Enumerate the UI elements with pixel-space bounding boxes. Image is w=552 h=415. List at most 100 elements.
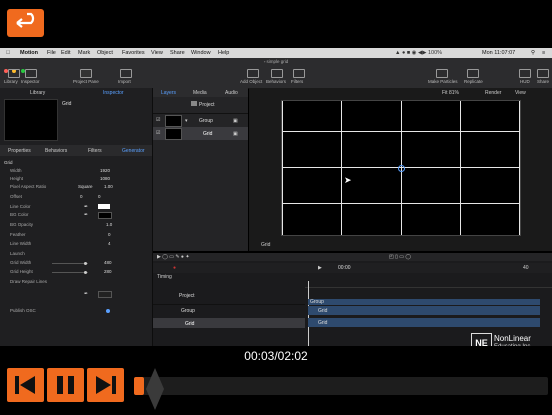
hud-icon[interactable] [519,69,531,78]
anchor-point[interactable] [398,165,405,172]
replicate-icon[interactable] [467,69,479,78]
eyedropper-icon[interactable]: ✒ [84,204,88,210]
progress-track[interactable] [134,377,548,395]
record-button[interactable]: ● [173,265,176,271]
canvas[interactable]: ➤ [281,100,521,236]
toolbar-library[interactable]: Library [4,79,18,84]
menu-motion[interactable]: Motion [20,50,38,56]
tab-audio[interactable]: Audio [225,90,238,96]
layer-row-project[interactable]: Project [153,100,248,109]
pause-button[interactable] [47,368,84,402]
playback-icons[interactable]: ◰ ▯ ▭ ◯ [389,254,411,260]
bg-opacity-value[interactable]: 1.0 [106,222,112,227]
grid-width-slider[interactable] [52,263,88,264]
width-value[interactable]: 1920 [100,168,110,173]
lock-icon[interactable]: ▣ [233,118,238,124]
line-color-swatch[interactable] [98,204,110,209]
skip-back-button[interactable] [7,368,44,402]
menu-edit[interactable]: Edit [61,50,70,56]
tab-library[interactable]: Library [30,90,45,96]
grid-height-value[interactable]: 280 [104,269,112,274]
feather-value[interactable]: 0 [108,232,111,237]
search-icon[interactable]: ⚲ [531,50,535,56]
preview-thumbnail [4,99,58,141]
behaviors-icon[interactable] [271,69,283,78]
skip-forward-button[interactable] [87,368,124,402]
apple-icon[interactable]:  [6,50,10,56]
tools-icons[interactable]: ▶ ◯ ▭ ✎ ● ✦ [157,254,190,260]
publish-checkbox[interactable] [106,309,110,313]
slider-knob[interactable] [84,262,87,265]
menu-mark[interactable]: Mark [78,50,90,56]
menu-favorites[interactable]: Favorites [122,50,145,56]
offset-value[interactable]: 0 [80,194,83,199]
menu-share[interactable]: Share [170,50,185,56]
make-particles-icon[interactable] [436,69,448,78]
tab-layers[interactable]: Layers [161,90,176,96]
render-menu[interactable]: Render [485,90,501,96]
fit-zoom[interactable]: Fit 81% [442,90,459,96]
toolbar-import[interactable]: Import [118,79,131,84]
share-icon[interactable] [537,69,549,78]
param-label: Launch [10,251,25,256]
timeline-bar-grid[interactable]: Grid [308,306,540,315]
lock-icon[interactable]: ▣ [233,131,238,137]
toolbar-make-particles[interactable]: Make Particles [428,79,458,84]
menu-view[interactable]: View [151,50,163,56]
add-object-icon[interactable] [247,69,259,78]
height-value[interactable]: 1080 [100,176,110,181]
progress-thumb[interactable] [146,368,165,410]
checkbox-icon[interactable]: ☑ [156,117,160,123]
toolbar-filters[interactable]: Filters [291,79,303,84]
tab-inspector[interactable]: Inspector [103,90,124,96]
import-icon[interactable] [120,69,132,78]
pause-icon [57,376,74,394]
timeline-bar-group[interactable]: Group [308,299,540,305]
disclosure-triangle-icon[interactable]: ▾ [185,118,188,124]
toolbar-inspector[interactable]: Inspector [21,79,40,84]
bg-color-swatch[interactable] [98,212,112,219]
grid-width-value[interactable]: 480 [104,260,112,265]
pixel-aspect-value[interactable]: Square [78,184,93,189]
filters-icon[interactable] [293,69,305,78]
menu-object[interactable]: Object [97,50,113,56]
tab-generator[interactable]: Generator [122,148,145,154]
toolbar-share[interactable]: Share [537,79,549,84]
back-button[interactable] [7,9,44,37]
frame-count: 40 [523,265,529,271]
toolbar-hud[interactable]: HUD [520,79,530,84]
view-menu[interactable]: View [515,90,526,96]
timeline-bar-grid-2[interactable]: Grid [308,318,540,327]
tl-row-group[interactable]: Group [153,304,305,315]
tl-row-project[interactable]: Project [153,291,305,300]
slider-knob[interactable] [84,271,87,274]
menu-window[interactable]: Window [191,50,211,56]
layer-row-grid[interactable]: ☑ Grid ▣ [153,127,248,140]
eyedropper-icon[interactable]: ✒ [84,212,88,218]
inspector-icon[interactable] [25,69,37,78]
toolbar-add-object[interactable]: Add Object [240,79,262,84]
param-row: Launch [0,251,152,259]
toolbar-replicate[interactable]: Replicate [464,79,483,84]
timeline-ruler [305,281,552,288]
tab-media[interactable]: Media [193,90,207,96]
tab-filters[interactable]: Filters [88,148,102,154]
tab-behaviors[interactable]: Behaviors [45,148,67,154]
toolbar-project-pane[interactable]: Project Pane [73,79,99,84]
grid-height-slider[interactable] [52,272,88,273]
line-width-value[interactable]: 4 [108,241,111,246]
menu-file[interactable]: File [47,50,56,56]
layer-row-group[interactable]: ☑ ▾ Group ▣ [153,113,248,127]
param-label: Line Color [10,204,31,209]
color-swatch[interactable] [98,291,112,298]
eyedropper-icon[interactable]: ✒ [84,291,88,297]
project-pane-icon[interactable] [80,69,92,78]
menu-help[interactable]: Help [218,50,229,56]
tab-properties[interactable]: Properties [8,148,31,154]
tl-row-grid[interactable]: Grid [153,318,305,328]
checkbox-icon[interactable]: ☑ [156,130,160,136]
toolbar-behaviors[interactable]: Behaviors [266,79,286,84]
library-icon[interactable] [8,69,20,78]
play-button[interactable]: ▶ [318,265,322,271]
menu-icon[interactable]: ≡ [542,50,545,56]
